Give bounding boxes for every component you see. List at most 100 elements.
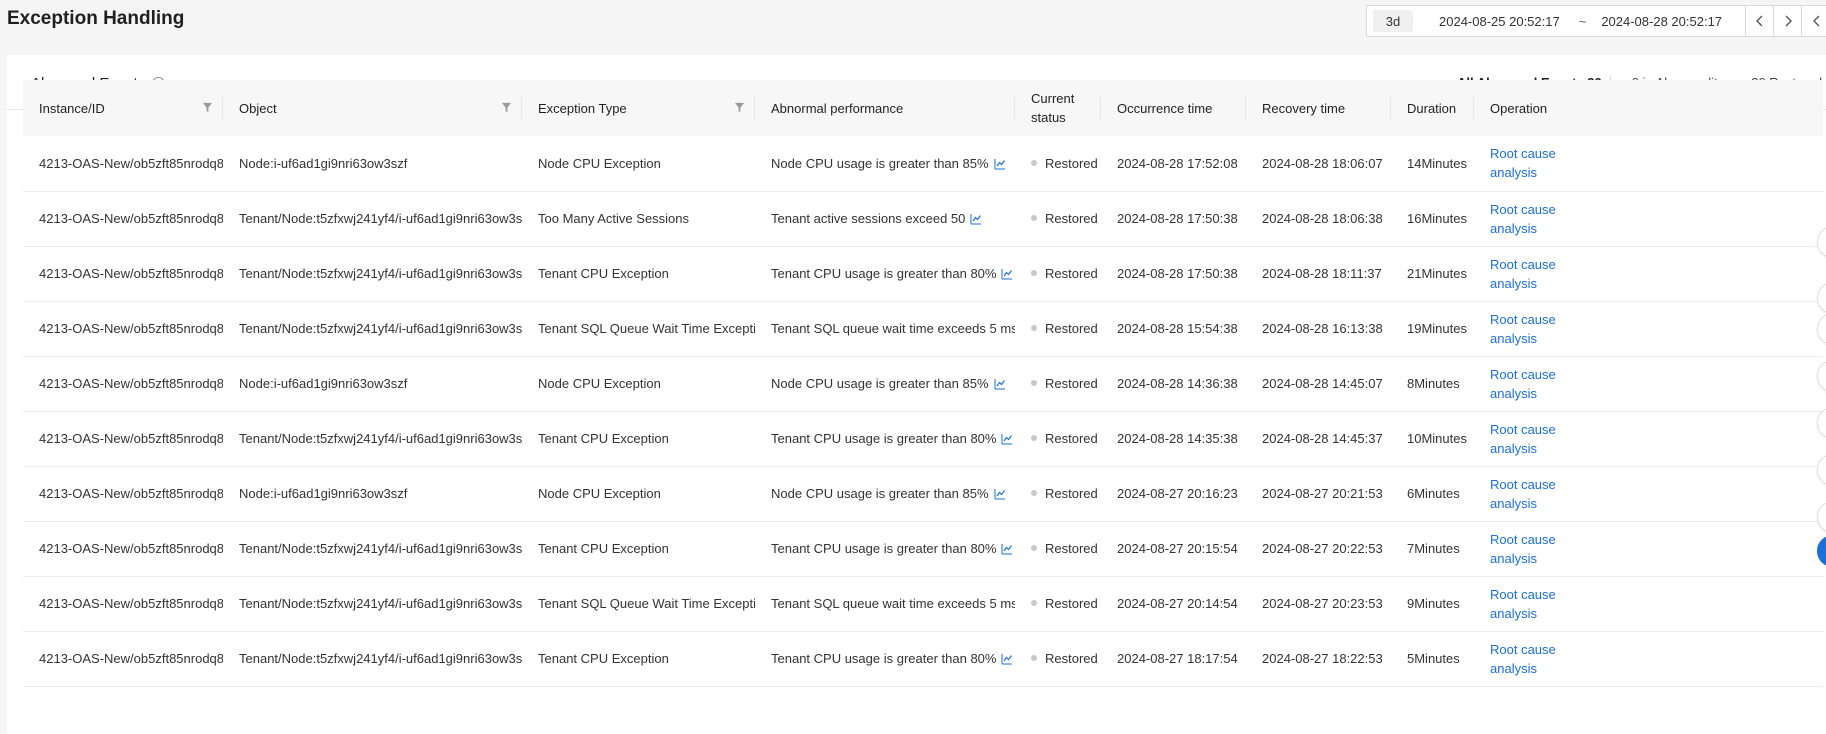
root-cause-analysis-link[interactable]: Root cause analysis [1490,640,1560,678]
cell-instance: 4213-OAS-New/ob5zft85nrodq8 [39,541,223,556]
cell-recovery-time: 2024-08-27 20:22:53 [1262,541,1383,556]
cell-instance: 4213-OAS-New/ob5zft85nrodq8 [39,266,223,281]
cell-instance: 4213-OAS-New/ob5zft85nrodq8 [39,486,223,501]
table-row: 4213-OAS-New/ob5zft85nrodq8 Node:i-uf6ad1… [23,466,1823,521]
time-range-end[interactable]: 2024-08-28 20:52:17 [1601,14,1722,29]
cell-object: Tenant/Node:t5zfxwj241yf4/i-uf6ad1gi9nri… [239,541,522,556]
root-cause-analysis-link[interactable]: Root cause analysis [1490,144,1560,182]
status-dot-icon [1031,325,1037,331]
cell-occurrence-time: 2024-08-28 17:52:08 [1117,155,1238,171]
cell-object: Tenant/Node:t5zfxwj241yf4/i-uf6ad1gi9nri… [239,211,522,226]
status-dot-icon [1031,545,1037,551]
line-chart-icon[interactable] [970,213,982,225]
cell-duration: 9Minutes [1407,596,1460,611]
cell-object: Node:i-uf6ad1gi9nri63ow3szf [239,376,408,391]
root-cause-analysis-link[interactable]: Root cause analysis [1490,530,1560,568]
table-row: 4213-OAS-New/ob5zft85nrodq8 Tenant/Node:t… [23,301,1823,356]
cell-recovery-time: 2024-08-27 20:23:53 [1262,596,1383,611]
filter-icon[interactable] [202,102,213,113]
root-cause-analysis-link[interactable]: Root cause analysis [1490,475,1560,513]
line-chart-icon[interactable] [1001,433,1013,445]
root-cause-analysis-link[interactable]: Root cause analysis [1490,420,1560,458]
cell-exception-type: Node CPU Exception [538,155,661,171]
filter-icon[interactable] [501,102,512,113]
performance-text: Node CPU usage is greater than 85% [771,376,989,391]
more-range-button[interactable] [1801,5,1826,37]
root-cause-analysis-link[interactable]: Root cause analysis [1490,585,1560,623]
line-chart-icon[interactable] [1001,543,1013,555]
page-title: Exception Handling [7,8,185,29]
abnormal-events-table: Instance/ID Object Exception Type Abnorm… [23,80,1823,687]
column-header-object: Object [223,80,522,136]
cell-object: Tenant/Node:t5zfxwj241yf4/i-uf6ad1gi9nri… [239,266,522,281]
table-header-row: Instance/ID Object Exception Type Abnorm… [23,80,1823,136]
cell-duration: 6Minutes [1407,486,1460,501]
cell-abnormal-performance: Node CPU usage is greater than 85% [755,356,1015,411]
status-dot-icon [1031,380,1037,386]
cell-status: Restored [1015,136,1101,191]
cell-exception-type: Tenant CPU Exception [538,541,669,556]
cell-exception-type: Node CPU Exception [538,486,661,501]
cell-instance: 4213-OAS-New/ob5zft85nrodq8 [39,376,223,391]
table-row: 4213-OAS-New/ob5zft85nrodq8 Tenant/Node:t… [23,246,1823,301]
line-chart-icon[interactable] [994,158,1006,170]
performance-text: Node CPU usage is greater than 85% [771,155,989,171]
table-row: 4213-OAS-New/ob5zft85nrodq8 Tenant/Node:t… [23,521,1823,576]
cell-status: Restored [1015,521,1101,576]
cell-instance: 4213-OAS-New/ob5zft85nrodq8 [39,651,223,666]
next-range-button[interactable] [1773,5,1802,37]
column-label-recovery-time: Recovery time [1262,100,1346,116]
cell-recovery-time: 2024-08-27 20:21:53 [1262,486,1383,501]
time-range-preset[interactable]: 3d [1373,10,1413,32]
time-range-start[interactable]: 2024-08-25 20:52:17 [1439,14,1560,29]
column-label-operation: Operation [1490,100,1548,116]
cell-duration: 21Minutes [1407,266,1467,281]
line-chart-icon[interactable] [994,378,1006,390]
chevron-left-icon [1755,15,1762,27]
table-row: 4213-OAS-New/ob5zft85nrodq8 Tenant/Node:t… [23,576,1823,631]
cell-exception-type: Tenant CPU Exception [538,651,669,666]
time-range-picker[interactable]: 3d 2024-08-25 20:52:17 ~ 2024-08-28 20:5… [1366,5,1746,37]
line-chart-icon[interactable] [1001,653,1013,665]
root-cause-analysis-link[interactable]: Root cause analysis [1490,365,1560,403]
cell-duration: 14Minutes [1407,155,1467,171]
previous-range-button[interactable] [1745,5,1774,37]
status-text: Restored [1045,431,1098,446]
root-cause-analysis-link[interactable]: Root cause analysis [1490,255,1560,293]
column-header-occurrence-time: Occurrence time [1101,80,1246,136]
table-body: 4213-OAS-New/ob5zft85nrodq8 Node:i-uf6ad1… [23,136,1823,686]
performance-text: Tenant CPU usage is greater than 80% [771,266,997,281]
line-chart-icon[interactable] [1001,268,1013,280]
status-text: Restored [1045,376,1098,391]
performance-text: Tenant CPU usage is greater than 80% [771,541,997,556]
cell-operation: Root cause analysis [1474,356,1823,411]
column-header-operation: Operation [1474,80,1823,136]
cell-instance: 4213-OAS-New/ob5zft85nrodq8 [39,431,223,446]
cell-instance: 4213-OAS-New/ob5zft85nrodq8 [39,211,223,226]
cell-operation: Root cause analysis [1474,466,1823,521]
performance-text: Tenant SQL queue wait time exceeds 5 ms [771,596,1015,611]
chevron-right-icon [1785,15,1792,27]
cell-occurrence-time: 2024-08-27 20:15:54 [1117,541,1238,556]
performance-text: Tenant CPU usage is greater than 80% [771,651,997,666]
table-row: 4213-OAS-New/ob5zft85nrodq8 Node:i-uf6ad1… [23,136,1823,191]
cell-duration: 16Minutes [1407,211,1467,226]
cell-exception-type: Node CPU Exception [538,376,661,391]
cell-duration: 19Minutes [1407,321,1467,336]
cell-recovery-time: 2024-08-28 18:06:38 [1262,211,1383,226]
root-cause-analysis-link[interactable]: Root cause analysis [1490,310,1560,348]
cell-duration: 7Minutes [1407,541,1460,556]
root-cause-analysis-link[interactable]: Root cause analysis [1490,200,1560,238]
filter-icon[interactable] [734,102,745,113]
line-chart-icon[interactable] [994,488,1006,500]
cell-recovery-time: 2024-08-28 14:45:37 [1262,431,1383,446]
status-dot-icon [1031,159,1037,166]
table-row: 4213-OAS-New/ob5zft85nrodq8 Tenant/Node:t… [23,191,1823,246]
performance-text: Tenant active sessions exceed 50 [771,211,966,226]
cell-occurrence-time: 2024-08-27 18:17:54 [1117,651,1238,666]
status-dot-icon [1031,490,1037,496]
status-dot-icon [1031,270,1037,276]
column-header-current-status: Current status [1015,80,1101,136]
status-text: Restored [1045,321,1098,336]
column-header-duration: Duration [1391,80,1474,136]
